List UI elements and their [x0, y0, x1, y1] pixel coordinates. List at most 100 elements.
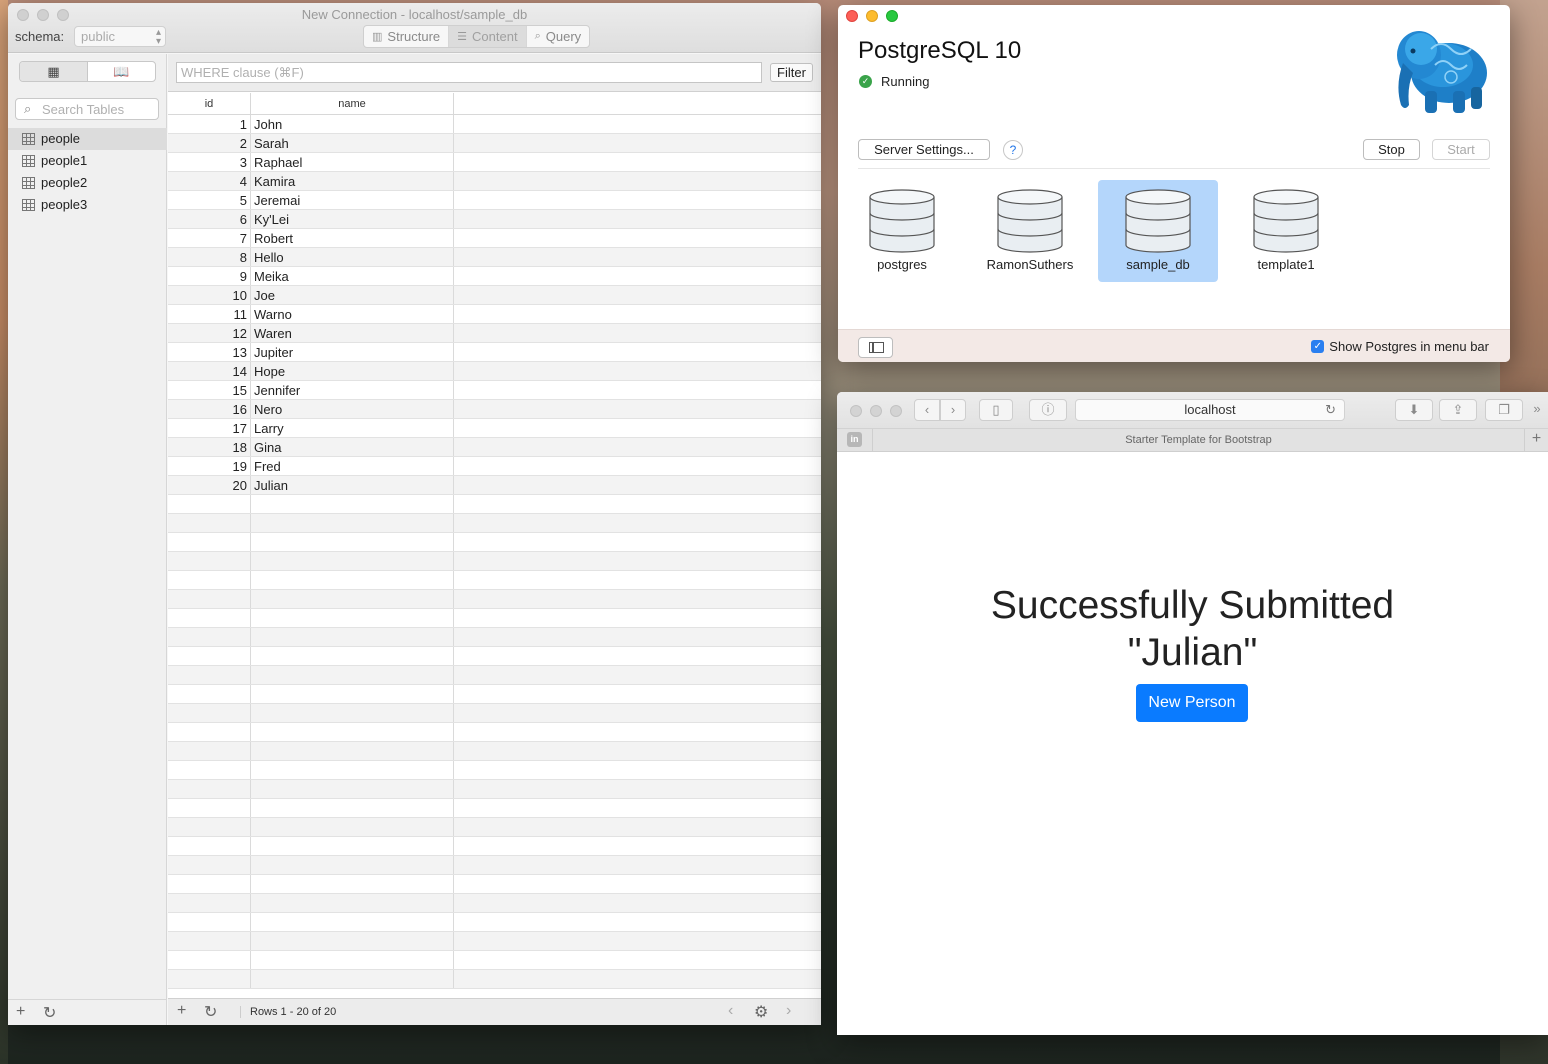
- empty-row[interactable]: [168, 818, 821, 837]
- empty-row[interactable]: [168, 837, 821, 856]
- cell-name[interactable]: [251, 552, 454, 570]
- cell-id[interactable]: [168, 723, 251, 741]
- empty-row[interactable]: [168, 533, 821, 552]
- start-button[interactable]: Start: [1432, 139, 1490, 160]
- sidebar-toggle-button[interactable]: [858, 337, 893, 358]
- cell-id[interactable]: 8: [168, 248, 251, 266]
- empty-row[interactable]: [168, 913, 821, 932]
- cell-name[interactable]: [251, 590, 454, 608]
- cell-name[interactable]: [251, 894, 454, 912]
- cell-name[interactable]: [251, 970, 454, 988]
- empty-row[interactable]: [168, 894, 821, 913]
- table-row[interactable]: 13 Jupiter: [168, 343, 821, 362]
- cell-name[interactable]: Hello: [251, 248, 454, 266]
- cell-name[interactable]: [251, 875, 454, 893]
- cell-id[interactable]: 19: [168, 457, 251, 475]
- cell-id[interactable]: [168, 742, 251, 760]
- table-row[interactable]: 7 Robert: [168, 229, 821, 248]
- empty-row[interactable]: [168, 951, 821, 970]
- database-postgres[interactable]: postgres: [842, 180, 962, 282]
- cell-name[interactable]: [251, 913, 454, 931]
- empty-row[interactable]: [168, 666, 821, 685]
- refresh-icon[interactable]: ↻: [204, 1002, 217, 1022]
- table-item-people3[interactable]: people3: [8, 194, 167, 216]
- search-tables-input[interactable]: ⌕ Search Tables: [15, 98, 159, 120]
- cell-name[interactable]: Jupiter: [251, 343, 454, 361]
- cell-id[interactable]: 17: [168, 419, 251, 437]
- cell-id[interactable]: 11: [168, 305, 251, 323]
- cell-name[interactable]: [251, 685, 454, 703]
- empty-row[interactable]: [168, 856, 821, 875]
- cell-name[interactable]: Nero: [251, 400, 454, 418]
- table-row[interactable]: 10 Joe: [168, 286, 821, 305]
- cell-name[interactable]: [251, 571, 454, 589]
- cell-id[interactable]: 1: [168, 115, 251, 133]
- cell-id[interactable]: [168, 704, 251, 722]
- cell-name[interactable]: Jeremai: [251, 191, 454, 209]
- empty-row[interactable]: [168, 761, 821, 780]
- pinned-tab[interactable]: in: [837, 429, 873, 451]
- table-row[interactable]: 12 Waren: [168, 324, 821, 343]
- empty-row[interactable]: [168, 514, 821, 533]
- cell-name[interactable]: Ky'Lei: [251, 210, 454, 228]
- table-item-people1[interactable]: people1: [8, 150, 167, 172]
- cell-name[interactable]: [251, 704, 454, 722]
- cell-id[interactable]: 2: [168, 134, 251, 152]
- cell-name[interactable]: [251, 666, 454, 684]
- cell-id[interactable]: [168, 780, 251, 798]
- database-template1[interactable]: template1: [1226, 180, 1346, 282]
- cell-id[interactable]: [168, 666, 251, 684]
- cell-id[interactable]: [168, 552, 251, 570]
- cell-id[interactable]: 5: [168, 191, 251, 209]
- empty-row[interactable]: [168, 685, 821, 704]
- where-clause-input[interactable]: WHERE clause (⌘F): [176, 62, 762, 83]
- cell-id[interactable]: 16: [168, 400, 251, 418]
- empty-row[interactable]: [168, 571, 821, 590]
- cell-name[interactable]: [251, 932, 454, 950]
- cell-name[interactable]: Larry: [251, 419, 454, 437]
- database-sample-db[interactable]: sample_db: [1098, 180, 1218, 282]
- table-row[interactable]: 8 Hello: [168, 248, 821, 267]
- empty-row[interactable]: [168, 932, 821, 951]
- cell-name[interactable]: [251, 628, 454, 646]
- reload-icon[interactable]: ↻: [1325, 400, 1336, 420]
- table-row[interactable]: 14 Hope: [168, 362, 821, 381]
- cell-id[interactable]: [168, 932, 251, 950]
- cell-name[interactable]: Waren: [251, 324, 454, 342]
- empty-row[interactable]: [168, 647, 821, 666]
- cell-name[interactable]: Sarah: [251, 134, 454, 152]
- close-button[interactable]: [850, 405, 862, 417]
- empty-row[interactable]: [168, 970, 821, 989]
- cell-id[interactable]: [168, 875, 251, 893]
- cell-id[interactable]: 6: [168, 210, 251, 228]
- add-row-icon[interactable]: +: [177, 1002, 186, 1020]
- cell-id[interactable]: [168, 647, 251, 665]
- cell-id[interactable]: [168, 818, 251, 836]
- empty-row[interactable]: [168, 495, 821, 514]
- empty-row[interactable]: [168, 552, 821, 571]
- empty-row[interactable]: [168, 704, 821, 723]
- cell-id[interactable]: 13: [168, 343, 251, 361]
- cell-id[interactable]: [168, 609, 251, 627]
- empty-row[interactable]: [168, 628, 821, 647]
- cell-id[interactable]: [168, 894, 251, 912]
- cell-id[interactable]: [168, 970, 251, 988]
- cell-name[interactable]: Raphael: [251, 153, 454, 171]
- empty-row[interactable]: [168, 590, 821, 609]
- table-row[interactable]: 17 Larry: [168, 419, 821, 438]
- help-button[interactable]: ?: [1003, 140, 1023, 160]
- table-row[interactable]: 9 Meika: [168, 267, 821, 286]
- column-header-name[interactable]: name: [251, 93, 454, 114]
- filter-button[interactable]: Filter: [770, 63, 813, 82]
- cell-name[interactable]: Warno: [251, 305, 454, 323]
- cell-name[interactable]: [251, 837, 454, 855]
- cell-name[interactable]: [251, 799, 454, 817]
- cell-name[interactable]: Robert: [251, 229, 454, 247]
- table-row[interactable]: 15 Jennifer: [168, 381, 821, 400]
- tab-title[interactable]: Starter Template for Bootstrap: [873, 429, 1524, 451]
- table-item-people2[interactable]: people2: [8, 172, 167, 194]
- zoom-button[interactable]: [890, 405, 902, 417]
- overflow-button[interactable]: »: [1527, 399, 1547, 421]
- table-row[interactable]: 18 Gina: [168, 438, 821, 457]
- tab-query[interactable]: ⌕ Query: [527, 26, 590, 47]
